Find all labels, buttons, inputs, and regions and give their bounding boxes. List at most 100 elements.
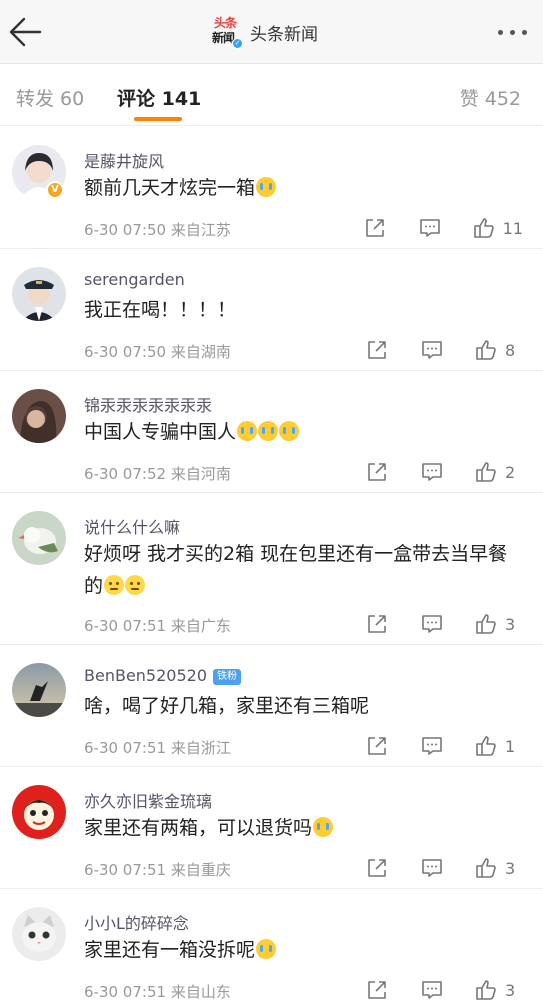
comment-item: serengarden 我正在喝！！！！ 6-30 07:50 来自湖南 8 <box>0 249 543 371</box>
comment-item: BenBen520520 铁粉 啥，喝了好几箱，家里还有三箱呢 6-30 07:5… <box>0 645 543 767</box>
avatar-woman-icon[interactable] <box>12 389 66 443</box>
share-button[interactable] <box>366 461 388 483</box>
tab-comment[interactable]: 评论 141 <box>117 84 201 111</box>
like-button[interactable]: 2 <box>475 461 523 483</box>
verified-badge-icon: V <box>46 181 64 199</box>
crying-emoji-icon <box>258 421 279 441</box>
reply-button[interactable] <box>421 735 443 757</box>
comment-actions: 2 <box>366 461 523 483</box>
tab-repost[interactable]: 转发 60 <box>16 84 84 111</box>
comment-actions: 3 <box>366 979 523 1001</box>
comment-username[interactable]: 锦汞汞汞汞汞汞汞 <box>84 392 212 416</box>
more-options-icon[interactable] <box>498 30 527 35</box>
comment-item: V 是藤井旋风 额前几天才炫完一箱 6-30 07:50 来自江苏 11 <box>0 127 543 249</box>
neutral-emoji-icon <box>104 575 125 595</box>
comment-meta: 6-30 07:51 来自浙江 <box>84 739 231 757</box>
share-button[interactable] <box>366 735 388 757</box>
share-button[interactable] <box>366 339 388 361</box>
thumbs-up-icon <box>476 736 496 756</box>
comment-icon <box>422 981 442 999</box>
thumbs-up-icon <box>476 980 496 1000</box>
comment-username[interactable]: 说什么什么嘛 <box>84 514 180 538</box>
comment-actions: 3 <box>366 857 523 879</box>
reply-button[interactable] <box>421 857 443 879</box>
avatar-pilot-icon[interactable] <box>12 267 66 321</box>
comment-username[interactable]: 小小L的碎碎念 <box>84 910 189 934</box>
comment-username[interactable]: serengarden <box>84 270 185 289</box>
like-count: 8 <box>505 340 516 360</box>
top-bar: 头条 新闻 ✓ 头条新闻 <box>0 0 543 64</box>
avatar-sky-icon[interactable] <box>12 663 66 717</box>
like-button[interactable]: 8 <box>475 339 523 361</box>
thumbs-up-icon <box>473 218 494 238</box>
like-count: 3 <box>505 980 516 1000</box>
share-icon <box>365 219 384 237</box>
thumbs-up-icon <box>476 462 496 482</box>
back-arrow-icon <box>9 17 42 47</box>
comment-meta: 6-30 07:51 来自重庆 <box>84 861 231 879</box>
like-button[interactable]: 11 <box>473 217 523 239</box>
comment-meta: 6-30 07:50 来自湖南 <box>84 343 231 361</box>
like-count: 2 <box>505 462 516 482</box>
crying-emoji-icon <box>256 939 277 959</box>
neutral-emoji-icon <box>125 575 146 595</box>
like-button[interactable]: 3 <box>475 979 523 1001</box>
comment-text: 好烦呀 我才买的2箱 现在包里还有一盒带去当早餐的 <box>84 543 508 597</box>
comment-icon <box>422 859 442 877</box>
account-title[interactable]: 头条 新闻 ✓ 头条新闻 <box>212 14 318 50</box>
comment-actions: 8 <box>366 339 523 361</box>
active-tab-indicator <box>134 117 182 121</box>
comment-username[interactable]: BenBen520520 铁粉 <box>84 666 241 685</box>
share-icon <box>368 981 386 999</box>
share-icon <box>368 615 386 633</box>
reply-button[interactable] <box>421 979 443 1001</box>
like-button[interactable]: 3 <box>475 613 523 635</box>
comment-list: V 是藤井旋风 额前几天才炫完一箱 6-30 07:50 来自江苏 11 ser… <box>0 127 543 1001</box>
share-button[interactable] <box>364 217 386 239</box>
comment-text: 我正在喝！！！！ <box>84 299 237 321</box>
tab-like[interactable]: 赞 452 <box>460 84 521 111</box>
comment-username[interactable]: 亦久亦旧紫金琉璃 <box>84 788 212 812</box>
comment-text: 中国人专骗中国人 <box>84 416 524 448</box>
reply-button[interactable] <box>421 461 443 483</box>
like-count: 1 <box>505 736 516 756</box>
share-icon <box>368 859 386 877</box>
thumbs-up-icon <box>476 858 496 878</box>
crying-emoji-icon <box>279 421 300 441</box>
reply-button[interactable] <box>419 217 441 239</box>
comment-meta: 6-30 07:50 来自江苏 <box>84 221 231 239</box>
comment-actions: 3 <box>366 613 523 635</box>
comment-meta: 6-30 07:52 来自河南 <box>84 465 231 483</box>
fan-badge: 铁粉 <box>213 669 241 685</box>
reply-button[interactable] <box>421 613 443 635</box>
avatar-cartoon-icon[interactable] <box>12 785 66 839</box>
crying-emoji-icon <box>237 421 258 441</box>
like-count: 11 <box>502 218 523 238</box>
thumbs-up-icon <box>476 614 496 634</box>
comment-item: 锦汞汞汞汞汞汞汞 中国人专骗中国人 6-30 07:52 来自河南 2 <box>0 371 543 493</box>
comment-icon <box>422 615 442 633</box>
comment-icon <box>422 737 442 755</box>
comment-item: 说什么什么嘛 好烦呀 我才买的2箱 现在包里还有一盒带去当早餐的 6-30 07… <box>0 493 543 645</box>
like-count: 3 <box>505 614 516 634</box>
like-button[interactable]: 1 <box>475 735 523 757</box>
comment-username[interactable]: 是藤井旋风 <box>84 148 164 172</box>
comment-meta: 6-30 07:51 来自山东 <box>84 983 231 1001</box>
share-button[interactable] <box>366 613 388 635</box>
comment-text: 额前几天才炫完一箱 <box>84 172 524 204</box>
tab-bar: 转发 60 评论 141 赞 452 <box>0 64 543 126</box>
like-button[interactable]: 3 <box>475 857 523 879</box>
share-button[interactable] <box>366 857 388 879</box>
toutiao-logo-icon: 头条 新闻 ✓ <box>212 16 243 49</box>
comment-actions: 11 <box>364 217 523 239</box>
comment-item: 亦久亦旧紫金琉璃 家里还有两箱，可以退货吗 6-30 07:51 来自重庆 3 <box>0 767 543 889</box>
back-button[interactable] <box>6 12 46 52</box>
share-icon <box>368 463 386 481</box>
page-title: 头条新闻 <box>250 24 318 45</box>
avatar-bird-icon[interactable] <box>12 511 66 565</box>
crying-emoji-icon <box>313 817 334 837</box>
share-button[interactable] <box>366 979 388 1001</box>
comment-icon <box>422 463 442 481</box>
reply-button[interactable] <box>421 339 443 361</box>
avatar-cat-icon[interactable] <box>12 907 66 961</box>
